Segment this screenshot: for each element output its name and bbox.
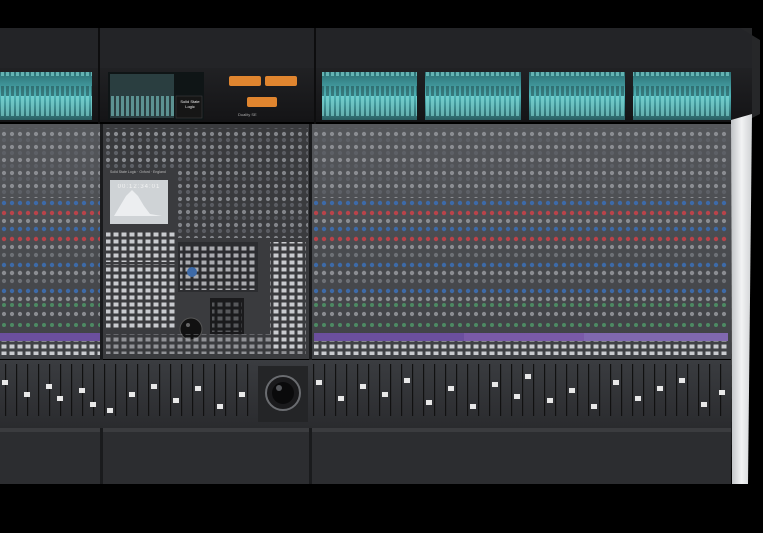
fader-section — [0, 360, 731, 428]
label-strip — [584, 333, 728, 341]
meter-screen-1 — [0, 72, 92, 120]
lcd-readout: 00:12:34:01 — [117, 184, 161, 190]
orange-button — [229, 76, 261, 86]
orange-button — [265, 76, 297, 86]
meter-screen-5 — [633, 72, 731, 120]
front-apron — [0, 428, 731, 484]
meter-screen-2 — [322, 72, 417, 120]
model-text: Duality SE — [238, 112, 257, 117]
center-section — [103, 124, 309, 359]
center-label: Solid State Logic · Oxford · England — [110, 170, 166, 174]
brand-text: Solid State Logic — [180, 99, 200, 109]
blue-knob — [187, 267, 197, 277]
mixing-console-photo — [0, 0, 763, 533]
meter-screen-3 — [425, 72, 521, 120]
orange-button — [247, 97, 277, 107]
meter-screen-4 — [529, 72, 625, 120]
channel-bay-right — [311, 124, 731, 359]
channel-bay-left — [0, 124, 100, 359]
label-strip — [464, 333, 584, 341]
label-strip — [0, 333, 100, 341]
label-strip — [314, 333, 464, 341]
